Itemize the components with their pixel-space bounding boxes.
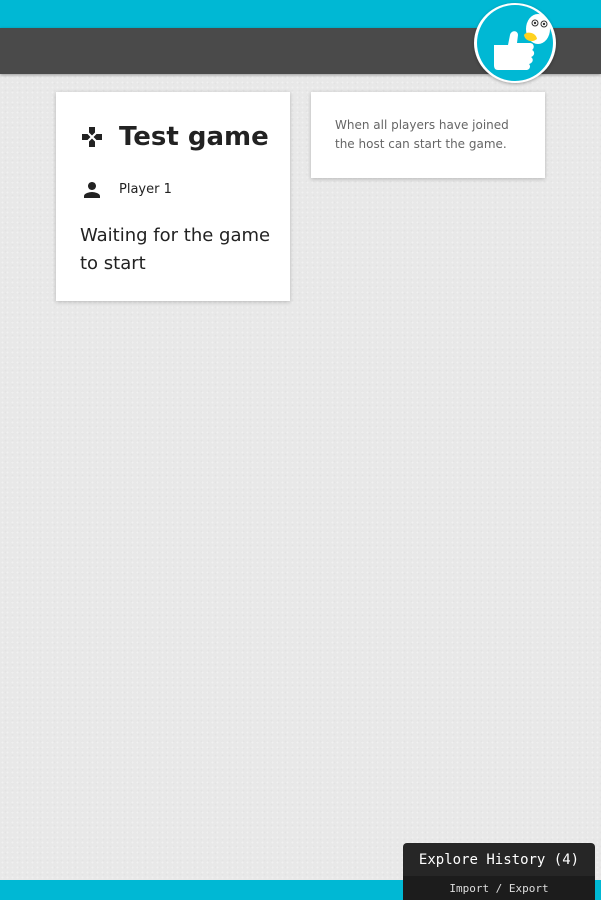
duck-thumbs-up-icon [477,5,553,81]
player-icon-wrap [80,178,104,202]
history-panel: Explore History (4) Import / Export [403,843,595,900]
info-card: When all players have joined the host ca… [311,92,545,178]
info-text: When all players have joined the host ca… [335,118,509,151]
app-logo[interactable] [474,3,556,83]
game-title: Test game [119,122,269,152]
player-name: Player 1 [119,182,172,197]
game-card: Test game Player 1 Waiting for the game … [56,92,290,301]
import-export-button[interactable]: Import / Export [403,876,595,900]
explore-history-button[interactable]: Explore History (4) [403,843,595,876]
person-icon [84,182,100,198]
game-icon-wrap [80,120,104,154]
game-status-text: Waiting for the game to start [80,225,271,274]
gamepad-icon [82,127,102,147]
